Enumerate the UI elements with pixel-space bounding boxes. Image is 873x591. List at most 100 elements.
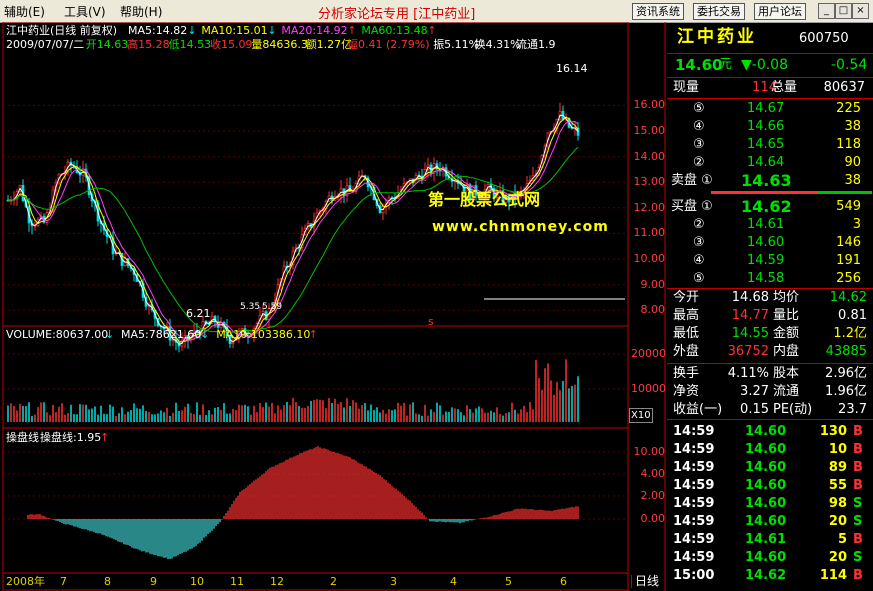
stat-label: 金额 bbox=[773, 326, 800, 341]
date-label: 9 bbox=[150, 575, 157, 588]
sell-order-row: ⑤ 14.67 225 bbox=[667, 100, 873, 118]
menu-help[interactable]: 帮助(H) bbox=[120, 3, 162, 20]
period-tab[interactable]: 日线 bbox=[631, 575, 659, 588]
tick-row: 14:59 14.60 20 S bbox=[667, 513, 873, 531]
trade-button[interactable]: 委托交易 bbox=[693, 3, 745, 20]
price-tick: 14.00 bbox=[633, 149, 666, 163]
sell-level-label: ⑤ bbox=[693, 101, 705, 116]
tick-side: S bbox=[853, 514, 863, 529]
tick-side: B bbox=[853, 568, 863, 583]
ma-arrow: ↓ bbox=[187, 24, 197, 37]
stat-value: 14.62 bbox=[829, 290, 867, 305]
buy-level-label: ② bbox=[693, 217, 705, 232]
tick-row: 14:59 14.61 5 B bbox=[667, 531, 873, 549]
date-label: 2 bbox=[330, 575, 337, 588]
last-price: 14.60 bbox=[675, 56, 723, 74]
buy-volume: 146 bbox=[836, 235, 861, 250]
news-button[interactable]: 资讯系统 bbox=[632, 3, 684, 20]
sell-volume: 118 bbox=[836, 137, 861, 152]
stat-label: PE(动) bbox=[773, 402, 813, 417]
buy-order-row: ② 14.61 3 bbox=[667, 216, 873, 234]
forum-button[interactable]: 用户论坛 bbox=[754, 3, 806, 20]
tick-time: 14:59 bbox=[673, 550, 715, 565]
sell-volume: 38 bbox=[844, 173, 861, 188]
tick-time: 14:59 bbox=[673, 496, 715, 511]
close-icon[interactable]: × bbox=[852, 3, 869, 19]
date-label: 5 bbox=[505, 575, 512, 588]
ma-arrow: ↓ bbox=[267, 24, 277, 37]
tick-time: 14:59 bbox=[673, 514, 715, 529]
date-label: 4 bbox=[450, 575, 457, 588]
tick-volume: 20 bbox=[828, 550, 847, 565]
sell-order-row: ④ 14.66 38 bbox=[667, 118, 873, 136]
tick-side: B bbox=[853, 424, 863, 439]
stat-label: 最高 bbox=[673, 308, 700, 323]
sell-price: 14.65 bbox=[747, 137, 785, 152]
quote-field: 高15.28 bbox=[127, 38, 170, 51]
oscillator-arrow: ↑ bbox=[100, 431, 110, 444]
kline-chart[interactable] bbox=[0, 22, 667, 591]
osc-tick: 2.00 bbox=[640, 489, 666, 502]
volume-label: VOLUME:80637.00 bbox=[6, 328, 109, 341]
price-change: ▼-0.08 bbox=[741, 57, 788, 73]
sell-level-label: 卖盘 ① bbox=[671, 173, 713, 188]
quote-field: 开14.63 bbox=[85, 38, 129, 51]
stat-row: 最高 14.77 量比 0.81 bbox=[667, 307, 873, 325]
tick-time: 14:59 bbox=[673, 442, 715, 457]
tick-price: 14.61 bbox=[745, 532, 787, 547]
tick-price: 14.60 bbox=[745, 550, 787, 565]
tick-volume: 89 bbox=[828, 460, 847, 475]
tick-side: B bbox=[853, 460, 863, 475]
ma-label: MA5:14.82 bbox=[128, 24, 188, 37]
stat-row: 收益(一) 0.15 PE(动) 23.7 bbox=[667, 401, 873, 419]
sell-volume: 90 bbox=[844, 155, 861, 170]
buy-price: 14.59 bbox=[747, 253, 785, 268]
price-tick: 16.00 bbox=[633, 98, 666, 112]
ma-label: MA60:13.48 bbox=[361, 24, 428, 37]
quote-field: 幅0.41 (2.79%) bbox=[347, 38, 430, 51]
stat-value: 0.15 bbox=[740, 402, 769, 417]
sell-order-row: ② 14.64 90 bbox=[667, 154, 873, 172]
tick-volume: 55 bbox=[828, 478, 847, 493]
volume-tick: 10000 bbox=[631, 382, 666, 395]
buy-level-label: ④ bbox=[693, 253, 705, 268]
stat-label: 最低 bbox=[673, 326, 700, 341]
minimize-icon[interactable]: _ bbox=[818, 3, 835, 19]
tick-row: 14:59 14.60 130 B bbox=[667, 423, 873, 441]
quote-field: 量84636.3 bbox=[251, 38, 308, 51]
sell-price: 14.66 bbox=[747, 119, 785, 134]
tick-row: 15:00 14.62 114 B bbox=[667, 567, 873, 585]
signal-marker: s bbox=[428, 315, 434, 328]
tick-volume: 114 bbox=[819, 568, 847, 583]
buy-volume: 256 bbox=[836, 271, 861, 286]
sell-order-row: 卖盘 ① 14.63 38 bbox=[667, 172, 873, 190]
maximize-icon[interactable]: □ bbox=[835, 3, 852, 19]
tick-price: 14.60 bbox=[745, 478, 787, 493]
volume-unit: X10 bbox=[629, 408, 653, 423]
quote-field: 额1.27亿 bbox=[305, 38, 353, 51]
stock-code: 600750 bbox=[799, 31, 849, 46]
stat-row: 净资 3.27 流通 1.96亿 bbox=[667, 383, 873, 401]
tick-price: 14.60 bbox=[745, 496, 787, 511]
oscillator-label: 操盘线 bbox=[6, 431, 39, 444]
menu-assist[interactable]: 辅助(E) bbox=[4, 3, 45, 20]
stat-label: 内盘 bbox=[773, 344, 800, 359]
ma-arrow: ↑ bbox=[347, 24, 357, 37]
sell-level-label: ② bbox=[693, 155, 705, 170]
stat-row: 外盘 36752 内盘 43885 bbox=[667, 343, 873, 361]
tick-row: 14:59 14.60 89 B bbox=[667, 459, 873, 477]
menu-tools[interactable]: 工具(V) bbox=[64, 3, 106, 20]
low-annotation-3: 5.59 bbox=[262, 302, 283, 312]
date-label: 8 bbox=[104, 575, 111, 588]
price-unit: 元 bbox=[719, 57, 733, 72]
sell-price: 14.64 bbox=[747, 155, 785, 170]
stock-header: 江中药业 600750 bbox=[667, 28, 873, 50]
volume-label: MA5:78621.60 bbox=[121, 328, 202, 341]
stat-value: 23.7 bbox=[838, 402, 867, 417]
stat-value: 36752 bbox=[727, 344, 769, 359]
stock-name: 江中药业 bbox=[677, 27, 757, 47]
price-tick: 13.00 bbox=[633, 175, 666, 189]
tick-time: 14:59 bbox=[673, 478, 715, 493]
stat-value: 4.11% bbox=[727, 366, 769, 381]
price-tick: 10.00 bbox=[633, 252, 666, 265]
